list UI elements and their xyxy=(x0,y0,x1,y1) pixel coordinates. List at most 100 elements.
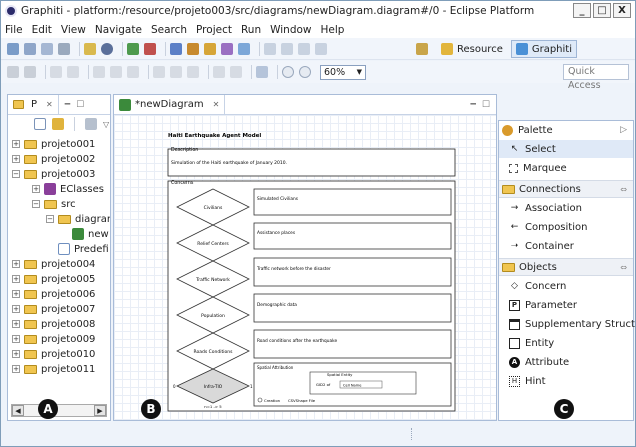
editor-tab-newdiagram[interactable]: *newDiagram ✕ xyxy=(114,94,226,115)
maximize-view-icon[interactable]: ☐ xyxy=(482,100,490,110)
undo-icon[interactable] xyxy=(7,66,19,78)
expand-icon[interactable]: + xyxy=(12,365,20,373)
scroll-left-arrow-icon[interactable]: ◀ xyxy=(12,405,24,416)
menu-project[interactable]: Project xyxy=(196,24,232,36)
menu-edit[interactable]: Edit xyxy=(32,24,52,36)
menu-file[interactable]: File xyxy=(5,24,23,36)
tree-item-diagrams[interactable]: − diagrar xyxy=(46,212,110,226)
tree-item-projeto001[interactable]: + projeto001 xyxy=(12,137,95,151)
paste-icon[interactable] xyxy=(67,66,79,78)
align-center-icon[interactable] xyxy=(110,66,122,78)
palette-tool-concern[interactable]: ◇ Concern xyxy=(499,277,633,295)
new-class-icon[interactable] xyxy=(204,42,216,55)
debug-icon[interactable] xyxy=(101,42,113,55)
close-tab-icon[interactable]: ✕ xyxy=(46,100,53,109)
minimize-view-icon[interactable]: ━ xyxy=(471,100,476,110)
line-style-icon[interactable] xyxy=(256,66,268,78)
menu-run[interactable]: Run xyxy=(241,24,261,36)
expand-icon[interactable]: + xyxy=(12,140,20,148)
link-with-editor-icon[interactable] xyxy=(52,118,64,130)
perspective-graphiti[interactable]: Graphiti xyxy=(510,40,577,58)
palette-tool-association[interactable]: → Association xyxy=(499,199,633,217)
expand-icon[interactable]: + xyxy=(12,335,20,343)
new-java-project-icon[interactable] xyxy=(170,42,182,55)
maximize-button[interactable]: □ xyxy=(593,3,611,18)
palette-tool-composition[interactable]: ← Composition xyxy=(499,218,633,236)
forward-icon[interactable] xyxy=(315,42,327,55)
new-package-icon[interactable] xyxy=(187,42,199,55)
new-icon[interactable] xyxy=(7,42,19,55)
redo-icon[interactable] xyxy=(24,66,36,78)
maximize-view-icon[interactable]: ☐ xyxy=(76,100,84,110)
concern-note-relief-centers[interactable] xyxy=(253,222,452,250)
expand-icon[interactable]: + xyxy=(12,320,20,328)
perspective-resource[interactable]: Resource xyxy=(436,40,508,58)
expand-icon[interactable]: + xyxy=(12,305,20,313)
expand-icon[interactable]: + xyxy=(32,185,40,193)
tree-item-eclasses[interactable]: + EClasses xyxy=(32,182,104,196)
quick-access-field[interactable]: Quick Access xyxy=(563,64,629,91)
copy-icon[interactable] xyxy=(50,66,62,78)
palette-tool-select[interactable]: ↖ Select xyxy=(499,140,633,158)
open-type-icon[interactable] xyxy=(221,42,233,55)
tree-item-newdiagram[interactable]: new xyxy=(72,227,109,241)
tree-item-predefined[interactable]: Predefi xyxy=(58,242,109,256)
collapse-icon[interactable]: − xyxy=(32,200,40,208)
palette-category-connections[interactable]: Connections ⇔ xyxy=(499,180,633,198)
run-icon[interactable] xyxy=(127,42,139,55)
menu-search[interactable]: Search xyxy=(151,24,187,36)
palette-tool-attribute[interactable]: A Attribute xyxy=(499,353,633,371)
print-icon[interactable] xyxy=(58,42,70,55)
tree-item-src[interactable]: − src xyxy=(32,197,76,211)
category-collapse-icon[interactable]: ⇔ xyxy=(620,263,627,272)
horizontal-scrollbar[interactable]: ◀ ▶ xyxy=(11,404,107,417)
minimize-view-icon[interactable]: ━ xyxy=(65,100,70,110)
filters-icon[interactable] xyxy=(85,118,97,130)
align-bottom-icon[interactable] xyxy=(187,66,199,78)
concern-note-traffic-network[interactable] xyxy=(253,257,452,287)
tree-item-projeto004[interactable]: + projeto004 xyxy=(12,257,95,271)
palette-tool-marquee[interactable]: Marquee xyxy=(499,159,633,177)
tree-item-projeto008[interactable]: + projeto008 xyxy=(12,317,95,331)
tree-item-projeto005[interactable]: + projeto005 xyxy=(12,272,95,286)
palette-tool-supplementary-structure[interactable]: Supplementary Structure xyxy=(499,315,635,333)
zoom-out-icon[interactable] xyxy=(282,66,294,78)
open-perspective-icon[interactable] xyxy=(415,43,428,55)
collapse-all-icon[interactable] xyxy=(34,118,46,130)
tree-item-projeto003[interactable]: − projeto003 xyxy=(12,167,95,181)
palette-tool-entity[interactable]: Entity xyxy=(499,334,633,352)
expand-icon[interactable]: + xyxy=(12,290,20,298)
match-width-icon[interactable] xyxy=(213,66,225,78)
tree-item-projeto009[interactable]: + projeto009 xyxy=(12,332,95,346)
save-all-icon[interactable] xyxy=(41,42,53,55)
menu-help[interactable]: Help xyxy=(321,24,345,36)
align-middle-icon[interactable] xyxy=(170,66,182,78)
palette-tool-container[interactable]: ➝ Container xyxy=(499,237,633,255)
expand-icon[interactable]: + xyxy=(12,275,20,283)
zoom-in-icon[interactable] xyxy=(299,66,311,78)
match-height-icon[interactable] xyxy=(230,66,242,78)
help-icon[interactable] xyxy=(84,42,96,55)
diagram-canvas[interactable]: Haiti Earthquake Agent Model Description… xyxy=(114,115,496,420)
tree-item-projeto010[interactable]: + projeto010 xyxy=(12,347,95,361)
minimize-button[interactable]: _ xyxy=(573,3,591,18)
search-icon[interactable] xyxy=(238,42,250,55)
palette-tool-parameter[interactable]: P Parameter xyxy=(499,296,633,314)
save-icon[interactable] xyxy=(24,42,36,55)
collapse-palette-icon[interactable]: ▷ xyxy=(620,125,627,135)
palette-tool-hint[interactable]: H Hint xyxy=(499,372,633,390)
concern-note-civilians[interactable] xyxy=(253,188,452,216)
external-tools-icon[interactable] xyxy=(144,42,156,55)
expand-icon[interactable]: + xyxy=(12,350,20,358)
collapse-icon[interactable]: − xyxy=(12,170,20,178)
view-menu-icon[interactable]: ▽ xyxy=(103,120,109,129)
menu-navigate[interactable]: Navigate xyxy=(95,24,142,36)
collapse-icon[interactable]: − xyxy=(46,215,54,223)
align-right-icon[interactable] xyxy=(127,66,139,78)
menu-view[interactable]: View xyxy=(61,24,86,36)
explorer-tab[interactable]: P ✕ xyxy=(8,94,59,115)
category-collapse-icon[interactable]: ⇔ xyxy=(620,185,627,194)
close-button[interactable]: X xyxy=(613,3,631,18)
expand-icon[interactable]: + xyxy=(12,155,20,163)
back-icon[interactable] xyxy=(298,42,310,55)
